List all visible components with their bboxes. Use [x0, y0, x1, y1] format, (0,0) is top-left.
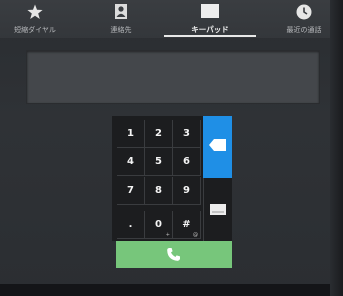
keypad-icon [201, 4, 219, 18]
contacts-icon [115, 4, 127, 19]
recent-calls-icon [296, 4, 312, 20]
phone-icon [167, 248, 180, 261]
key-digit: 5 [155, 156, 162, 167]
key-digit: . [128, 219, 133, 230]
key-2[interactable]: 2 [145, 120, 173, 148]
key-3[interactable]: 3 [173, 120, 201, 148]
key-8[interactable]: 8 [145, 177, 173, 205]
star-icon [27, 4, 43, 19]
keypad-side-column [203, 116, 232, 241]
tab-bar: 短縮ダイヤル 連絡先 キーパッド 最近の通話 [0, 0, 343, 38]
tab-keypad[interactable]: キーパッド [164, 0, 256, 38]
key-sub-label: + [165, 232, 170, 238]
tab-speed-dial[interactable]: 短縮ダイヤル [0, 0, 70, 38]
key-digit: 4 [127, 156, 134, 167]
key-1[interactable]: 1 [117, 120, 145, 148]
key-digit: 0 [155, 219, 162, 230]
message-icon [210, 204, 226, 215]
screen-bezel [330, 0, 343, 296]
active-tab-indicator [164, 35, 256, 37]
tab-label: 連絡先 [110, 26, 132, 34]
key-digit: 6 [183, 156, 190, 167]
tab-label: キーパッド [191, 25, 229, 34]
tab-contacts[interactable]: 連絡先 [88, 0, 154, 38]
key-hash[interactable]: # @ [173, 211, 201, 239]
key-0[interactable]: 0 + [145, 211, 173, 239]
key-digit: 3 [183, 128, 190, 139]
backspace-icon [209, 139, 226, 151]
key-9[interactable]: 9 [173, 177, 201, 205]
key-digit: 7 [127, 185, 134, 196]
key-digit: 1 [127, 128, 134, 139]
message-button[interactable] [203, 178, 232, 241]
tab-label: 短縮ダイヤル [14, 26, 56, 34]
key-digit: 8 [155, 185, 162, 196]
key-7[interactable]: 7 [117, 177, 145, 205]
key-5[interactable]: 5 [145, 148, 173, 176]
bottom-edge [0, 284, 343, 296]
backspace-button[interactable] [203, 116, 232, 178]
key-digit: 2 [155, 128, 162, 139]
number-display-field[interactable] [26, 50, 320, 104]
key-sub-label: @ [193, 232, 198, 238]
key-4[interactable]: 4 [117, 148, 145, 176]
call-button[interactable] [116, 241, 232, 268]
key-dot[interactable]: . [117, 211, 145, 239]
key-digit: 9 [183, 185, 190, 196]
key-6[interactable]: 6 [173, 148, 201, 176]
dialer-screen: 短縮ダイヤル 連絡先 キーパッド 最近の通話 1 2 3 4 5 6 7 8 9… [0, 0, 343, 296]
key-digit: # [182, 219, 191, 230]
